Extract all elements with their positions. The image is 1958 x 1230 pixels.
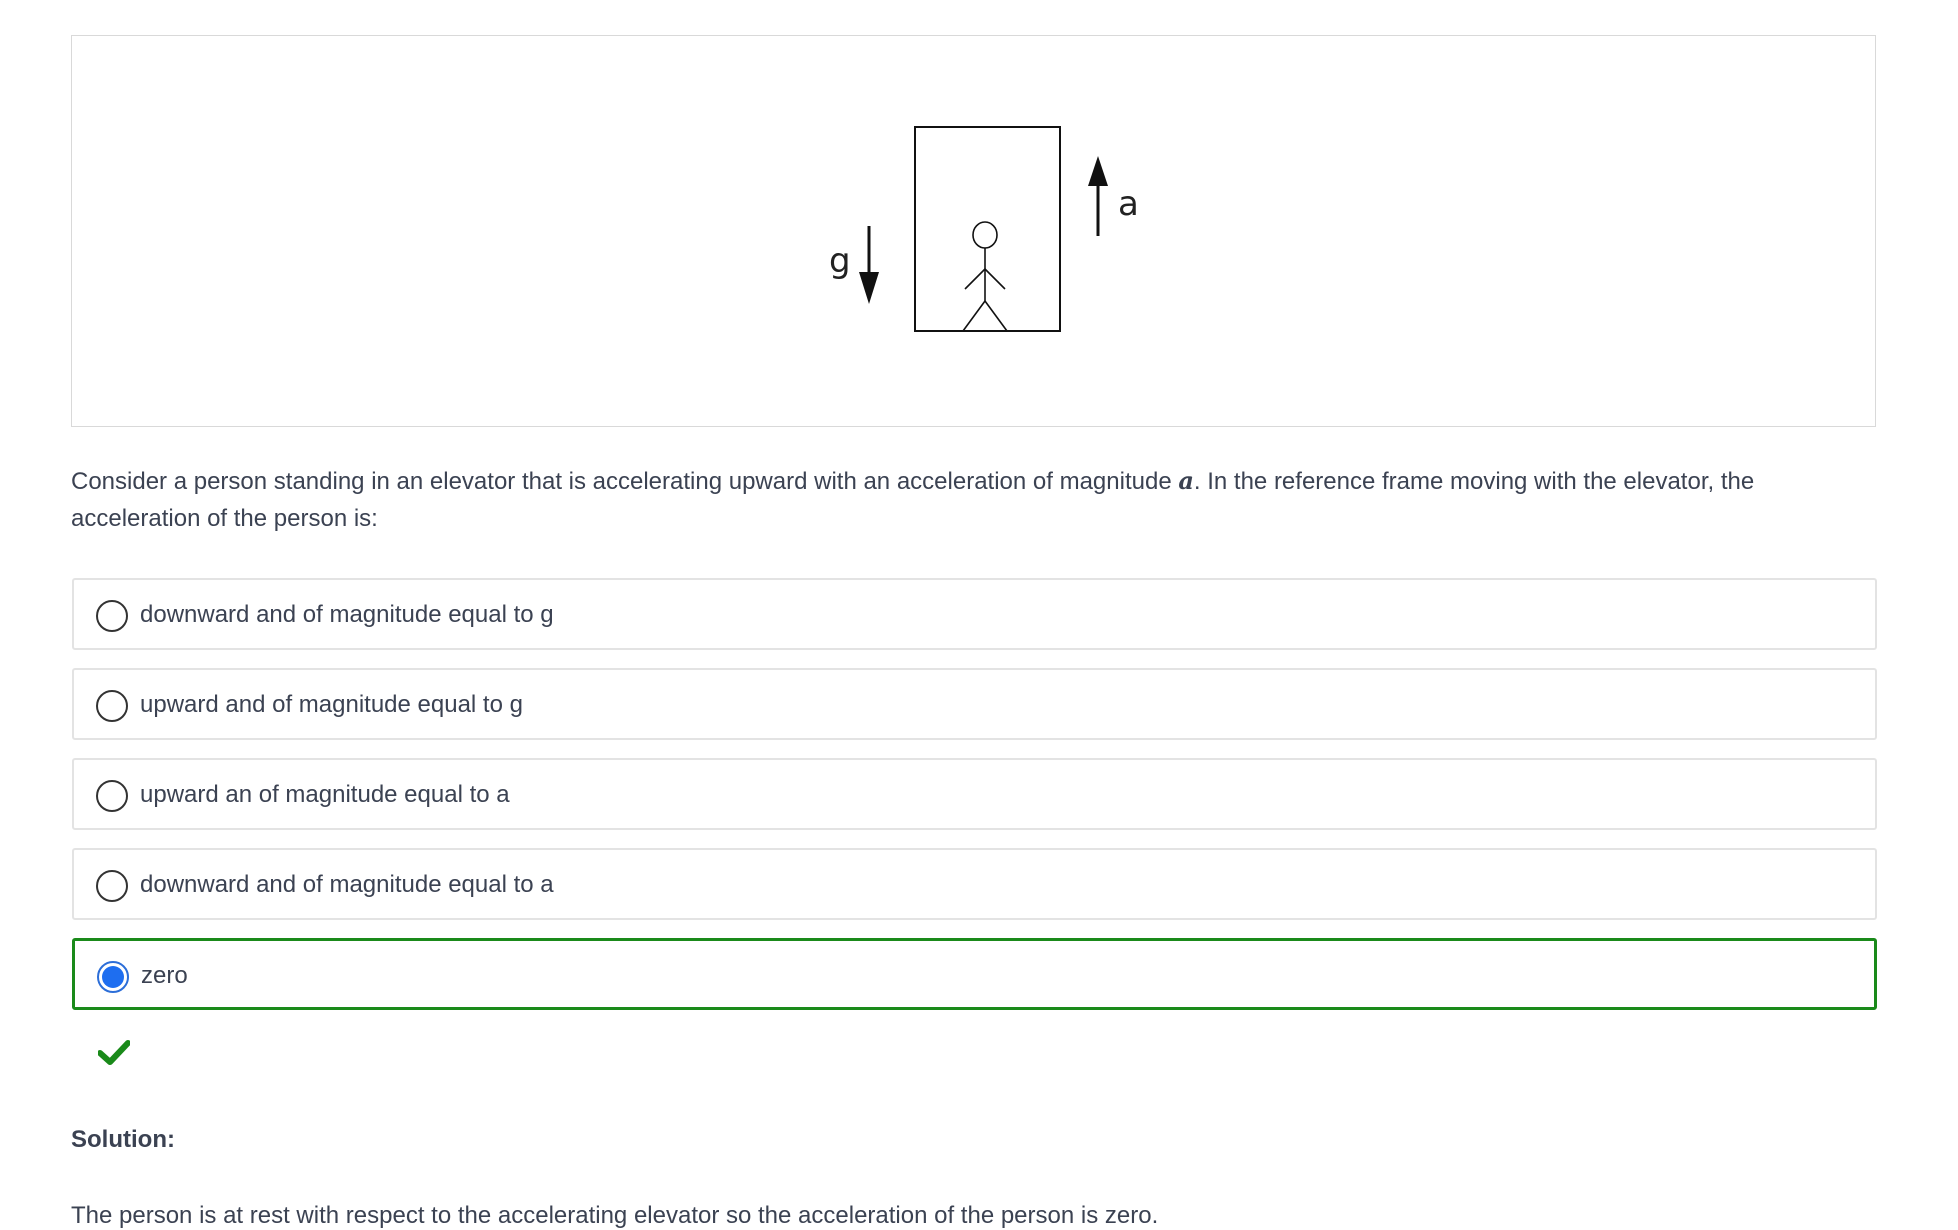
person-right-leg <box>984 300 1008 332</box>
elevator-figure: g a <box>71 35 1876 427</box>
radio-button[interactable] <box>96 600 128 632</box>
person-right-arm <box>984 268 1006 290</box>
choice-option-selected[interactable]: zero <box>72 938 1877 1010</box>
radio-button[interactable] <box>96 690 128 722</box>
gravity-label: g <box>829 241 851 281</box>
choice-option[interactable]: downward and of magnitude equal to g <box>72 578 1877 650</box>
choice-label: downward and of magnitude equal to g <box>140 601 554 628</box>
choice-label: downward and of magnitude equal to a <box>140 871 554 898</box>
choice-option[interactable]: downward and of magnitude equal to a <box>72 848 1877 920</box>
person-left-leg <box>962 300 986 332</box>
question-text-before: Consider a person standing in an elevato… <box>71 468 1179 495</box>
question-math-symbol: a <box>1178 466 1194 495</box>
question-text: Consider a person standing in an elevato… <box>71 462 1881 537</box>
radio-button[interactable] <box>96 780 128 812</box>
elevator-diagram: g a <box>829 126 1139 332</box>
radio-button-selected[interactable] <box>97 961 129 993</box>
acceleration-label: a <box>1118 184 1139 224</box>
choice-label: upward and of magnitude equal to g <box>140 691 523 718</box>
person-head <box>972 221 998 249</box>
solution-heading: Solution: <box>71 1126 175 1153</box>
choice-label: zero <box>141 962 188 989</box>
checkmark-icon <box>98 1040 130 1065</box>
choice-option[interactable]: upward an of magnitude equal to a <box>72 758 1877 830</box>
radio-button[interactable] <box>96 870 128 902</box>
person-figure <box>962 221 1008 332</box>
question-page: g a Consider a person standing in an ele… <box>0 0 1958 1230</box>
elevator-box <box>914 126 1061 332</box>
person-left-arm <box>964 268 986 290</box>
choice-label: upward an of magnitude equal to a <box>140 781 510 808</box>
choice-option[interactable]: upward and of magnitude equal to g <box>72 668 1877 740</box>
gravity-arrow-head <box>859 272 879 304</box>
solution-text: The person is at rest with respect to th… <box>71 1202 1159 1229</box>
